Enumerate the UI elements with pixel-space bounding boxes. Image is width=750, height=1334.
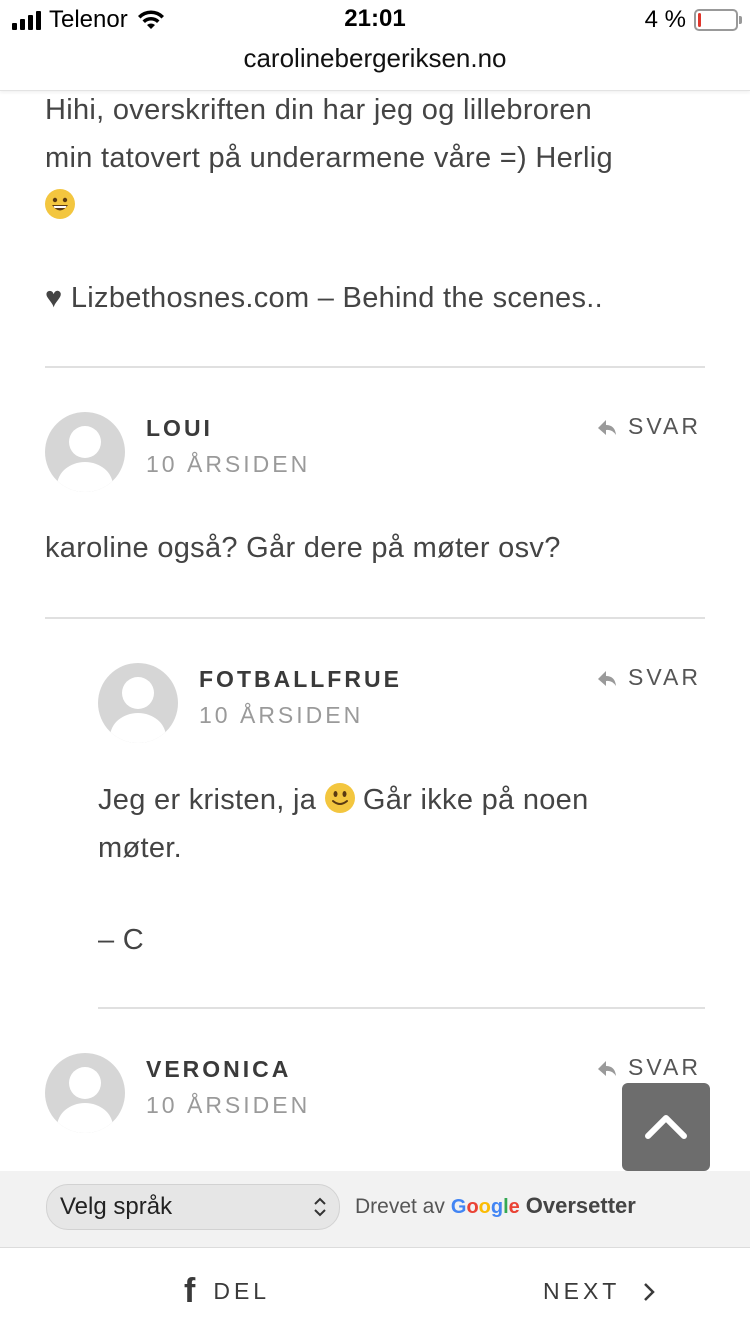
scroll-to-top-button[interactable]: [622, 1083, 710, 1171]
battery-percent: 4 %: [644, 6, 686, 33]
reply-button[interactable]: SVAR: [596, 413, 701, 440]
avatar: [98, 663, 178, 743]
reply-button[interactable]: SVAR: [596, 1054, 701, 1081]
comment-time: 10 ÅRSIDEN: [146, 451, 311, 477]
chevron-up-icon: [645, 1114, 687, 1139]
comment-text: Jeg er kristen, ja Går ikke på noen møte…: [98, 783, 589, 864]
facebook-icon: f: [184, 1272, 196, 1310]
comment-time: 10 ÅRSIDEN: [199, 702, 364, 728]
comments-section: Hihi, overskriften din har jeg og lilleb…: [0, 91, 750, 1171]
reply-arrow-icon: [598, 1060, 616, 1076]
battery-icon: [694, 9, 742, 31]
address-bar[interactable]: carolinebergeriksen.no: [0, 40, 750, 91]
comment-author-link[interactable]: ♥ Lizbethosnes.com – Behind the scenes..: [45, 274, 725, 322]
comment-time: 10 ÅRSIDEN: [146, 1092, 311, 1118]
powered-by: Drevet av Google Oversetter: [355, 1193, 636, 1219]
comment-text: Hihi, overskriften din har jeg og lilleb…: [45, 91, 725, 230]
google-logo[interactable]: Google: [451, 1196, 520, 1219]
share-button[interactable]: f DEL: [184, 1272, 270, 1311]
chevron-right-icon: [644, 1282, 656, 1301]
next-button[interactable]: NEXT: [543, 1278, 656, 1305]
comment-author: VERONICA: [146, 1056, 292, 1082]
avatar: [45, 1053, 125, 1133]
language-select[interactable]: Velg språk: [46, 1184, 340, 1230]
smiley-emoji-icon: [324, 783, 355, 813]
bottom-bar: f DEL NEXT: [0, 1248, 750, 1334]
avatar: [45, 412, 125, 492]
clock: 21:01: [344, 5, 406, 32]
chevron-updown-icon: [314, 1197, 326, 1217]
reply-button[interactable]: SVAR: [596, 664, 701, 691]
comment-divider: [45, 617, 705, 619]
url-text: carolinebergeriksen.no: [243, 43, 507, 73]
grinning-emoji-icon: [45, 189, 75, 219]
comment-text: karoline også? Går dere på møter osv?: [45, 532, 561, 564]
reply-arrow-icon: [598, 670, 616, 686]
comment-divider: [98, 1007, 705, 1009]
status-bar: Telenor 21:01 4 %: [0, 0, 750, 40]
comment-author: FOTBALLFRUE: [199, 666, 402, 692]
translate-bar: Velg språk Drevet av Google Oversetter: [0, 1171, 750, 1248]
reply-arrow-icon: [598, 419, 616, 435]
comment-divider: [45, 366, 705, 368]
comment-signature: – C: [98, 924, 145, 956]
comment-author: LOUI: [146, 415, 213, 441]
